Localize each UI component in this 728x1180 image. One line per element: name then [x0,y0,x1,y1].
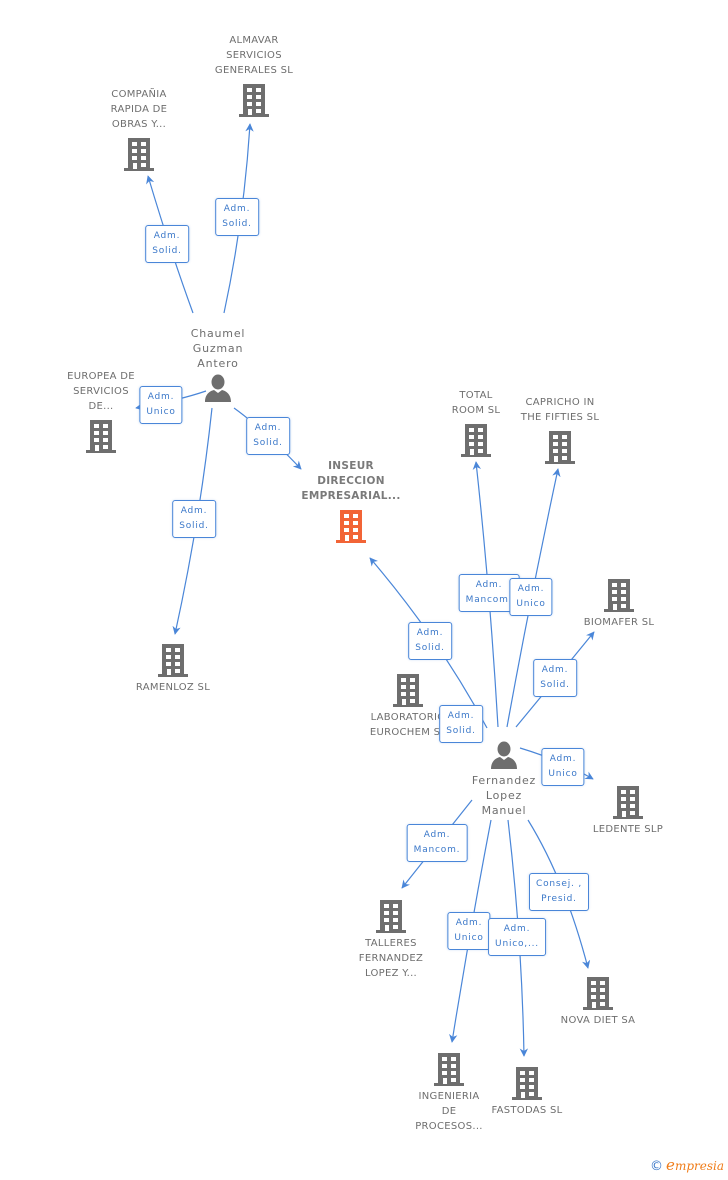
company-name-label[interactable]: INGENIERIA DE PROCESOS... [415,1089,483,1134]
company-name-label[interactable]: INSEUR DIRECCION EMPRESARIAL... [301,459,400,504]
edge-role-label[interactable]: Adm. Mancom. [406,824,468,862]
company-name-label[interactable]: LABORATORIO EUROCHEM SL [370,710,446,740]
copyright-icon: © [650,1159,664,1174]
person-name-label[interactable]: Fernandez Lopez Manuel [472,773,536,818]
company-icon[interactable] [156,642,190,682]
edge-role-label[interactable]: Adm. Unico [139,386,183,424]
company-icon[interactable] [122,136,156,176]
edge-role-label[interactable]: Adm. Solid. [145,225,189,263]
edge-role-label[interactable]: Adm. Unico [447,912,491,950]
edge-role-label[interactable]: Adm. Solid. [172,500,216,538]
company-icon[interactable] [237,82,271,122]
edge-role-label[interactable]: Adm. Solid. [533,659,577,697]
company-name-label[interactable]: ALMAVAR SERVICIOS GENERALES SL [215,33,293,78]
edge-role-label[interactable]: Adm. Solid. [439,705,483,743]
company-icon[interactable] [602,577,636,617]
company-name-label[interactable]: TOTAL ROOM SL [452,388,501,418]
person-icon[interactable] [203,373,233,407]
company-name-label[interactable]: COMPAÑIA RAPIDA DE OBRAS Y... [111,87,168,132]
edge-role-label[interactable]: Adm. Unico [509,578,553,616]
company-icon[interactable] [391,672,425,712]
company-name-label[interactable]: NOVA DIET SA [561,1013,636,1028]
company-name-label[interactable]: RAMENLOZ SL [136,680,210,695]
edge-role-label[interactable]: Adm. Unico [541,748,585,786]
edge-role-label[interactable]: Adm. Solid. [408,622,452,660]
empresia-logo[interactable]: empresia [666,1156,724,1174]
company-icon[interactable] [84,418,118,458]
company-icon[interactable] [432,1051,466,1091]
person-name-label[interactable]: Chaumel Guzman Antero [191,326,246,371]
person-icon[interactable] [489,740,519,774]
company-icon[interactable] [510,1065,544,1105]
company-icon[interactable] [374,898,408,938]
footer-brand: © empresia [650,1156,724,1174]
edge-role-label[interactable]: Adm. Solid. [246,417,290,455]
company-icon[interactable] [611,784,645,824]
company-name-label[interactable]: TALLERES FERNANDEZ LOPEZ Y... [359,936,423,981]
main-company-icon[interactable] [334,508,368,548]
company-name-label[interactable]: CAPRICHO IN THE FIFTIES SL [521,395,599,425]
company-icon[interactable] [459,422,493,462]
edge-role-label[interactable]: Adm. Unico,... [488,918,546,956]
company-icon[interactable] [543,429,577,469]
company-name-label[interactable]: EUROPEA DE SERVICIOS DE... [67,369,135,414]
company-name-label[interactable]: BIOMAFER SL [584,615,655,630]
company-name-label[interactable]: LEDENTE SLP [593,822,663,837]
edge-role-label[interactable]: Adm. Solid. [215,198,259,236]
company-icon[interactable] [581,975,615,1015]
company-name-label[interactable]: FASTODAS SL [491,1103,562,1118]
edge-role-label[interactable]: Consej. , Presid. [528,873,590,911]
